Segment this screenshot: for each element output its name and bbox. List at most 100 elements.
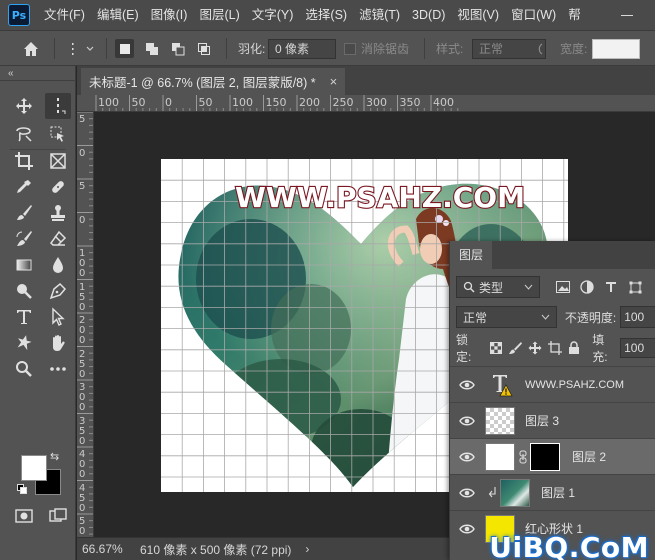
vertical-ruler[interactable]: 5 0 5 0 1 0 0 1 5 0 2 0 0 2 5 0 3 0 0 3 5 0 4 0 0 4… bbox=[77, 112, 94, 537]
layer-row-mask[interactable]: 图层 2 bbox=[450, 438, 655, 474]
width-input[interactable] bbox=[592, 38, 640, 59]
layers-panel-header: 图层 bbox=[450, 241, 655, 269]
site-watermark: UiBQ.CoM bbox=[489, 531, 649, 560]
lock-all-button[interactable] bbox=[567, 339, 583, 357]
clone-stamp-tool[interactable] bbox=[45, 200, 71, 226]
ruler-label: 1 0 0 bbox=[79, 248, 86, 279]
layer-row-text[interactable]: WWW.PSAHZ.COM bbox=[450, 366, 655, 402]
minimize-window-button[interactable] bbox=[615, 0, 639, 31]
collapse-toolbox-icon[interactable]: « bbox=[8, 68, 14, 79]
chevron-down-icon bbox=[524, 284, 533, 290]
status-menu-arrow-icon[interactable]: › bbox=[305, 542, 309, 556]
eye-icon[interactable] bbox=[459, 415, 475, 427]
lock-pixels-button[interactable] bbox=[508, 339, 524, 357]
lock-icon bbox=[569, 341, 580, 354]
swap-colors-icon[interactable]: ⇆ bbox=[50, 450, 59, 463]
pen-tool[interactable] bbox=[45, 278, 71, 304]
menu-view[interactable]: 视图(V) bbox=[451, 0, 505, 31]
layer-name: 图层 2 bbox=[572, 450, 607, 464]
custom-shape-tool[interactable] bbox=[11, 330, 37, 356]
bandage-icon bbox=[52, 181, 64, 193]
layer-mask-thumbnail[interactable] bbox=[530, 442, 560, 471]
eyedropper-tool[interactable] bbox=[11, 174, 37, 200]
eye-icon[interactable] bbox=[459, 379, 475, 391]
filter-type-button[interactable] bbox=[602, 278, 620, 296]
home-button[interactable] bbox=[22, 31, 40, 66]
blend-mode-select[interactable]: 正常 bbox=[456, 306, 557, 328]
default-colors-icon[interactable] bbox=[17, 484, 27, 494]
type-tool[interactable] bbox=[11, 304, 37, 330]
menu-file[interactable]: 文件(F) bbox=[38, 0, 91, 31]
opacity-input[interactable]: 100 bbox=[620, 306, 655, 328]
eraser-tool[interactable] bbox=[45, 226, 71, 252]
checker-icon bbox=[489, 342, 502, 354]
feather-input[interactable]: 0 像素 bbox=[268, 38, 336, 59]
eye-icon[interactable] bbox=[459, 487, 475, 499]
foreground-color-swatch[interactable] bbox=[21, 455, 47, 481]
frame-tool[interactable] bbox=[45, 148, 71, 174]
menu-image[interactable]: 图像(I) bbox=[145, 0, 194, 31]
feather-label: 羽化: bbox=[238, 42, 266, 56]
layer-filter-select[interactable]: 类型 bbox=[456, 276, 540, 298]
screen-mode-icon bbox=[49, 508, 67, 522]
menu-filter[interactable]: 滤镜(T) bbox=[353, 0, 406, 31]
menu-help[interactable]: 帮 bbox=[562, 0, 587, 31]
more-tools-button[interactable] bbox=[45, 356, 71, 382]
subtract-selection-button[interactable] bbox=[168, 39, 187, 58]
brush-tool[interactable] bbox=[11, 200, 37, 226]
screen-mode-button[interactable] bbox=[45, 503, 71, 529]
ruler-label: 100 bbox=[98, 96, 119, 109]
filter-adjustment-button[interactable] bbox=[578, 278, 596, 296]
eye-icon[interactable] bbox=[459, 523, 475, 535]
crop-tool[interactable] bbox=[11, 148, 37, 174]
eye-icon[interactable] bbox=[459, 451, 475, 463]
antialias-checkbox[interactable]: 消除锯齿 bbox=[344, 31, 409, 66]
new-selection-button[interactable] bbox=[115, 39, 134, 58]
object-selection-tool[interactable] bbox=[45, 121, 71, 147]
healing-brush-tool[interactable] bbox=[45, 174, 71, 200]
intersect-selection-button[interactable] bbox=[194, 39, 213, 58]
fill-input[interactable]: 100 bbox=[620, 338, 655, 358]
lock-transparency-button[interactable] bbox=[488, 339, 504, 357]
add-selection-button[interactable] bbox=[142, 39, 161, 58]
lasso-icon bbox=[16, 127, 32, 142]
shape-icon bbox=[17, 335, 32, 351]
ruler-label: 4 0 0 bbox=[79, 449, 86, 480]
menu-window[interactable]: 窗口(W) bbox=[505, 0, 562, 31]
dodge-tool[interactable] bbox=[11, 278, 37, 304]
filter-shape-button[interactable] bbox=[626, 278, 644, 296]
zoom-level[interactable]: 66.67% bbox=[77, 542, 132, 556]
image-icon bbox=[556, 281, 570, 293]
quick-mask-button[interactable] bbox=[11, 503, 37, 529]
menu-edit[interactable]: 编辑(E) bbox=[91, 0, 145, 31]
filter-pixel-button[interactable] bbox=[554, 278, 572, 296]
horizontal-ruler[interactable]: 100 50 0 50 100 150 200 250 300 350 400 bbox=[77, 95, 655, 112]
layer-filter-label: 类型 bbox=[479, 280, 504, 295]
text-layer-thumbnail bbox=[490, 371, 516, 399]
hand-tool[interactable] bbox=[45, 330, 71, 356]
lock-artboard-button[interactable] bbox=[547, 339, 563, 357]
rectangular-marquee-tool[interactable] bbox=[45, 93, 71, 119]
marquee-tool-preset[interactable] bbox=[68, 31, 94, 66]
lasso-tool[interactable] bbox=[11, 121, 37, 147]
chain-link-icon[interactable] bbox=[519, 450, 527, 464]
lock-position-button[interactable] bbox=[527, 339, 543, 357]
move-tool[interactable] bbox=[11, 93, 37, 119]
menu-type[interactable]: 文字(Y) bbox=[246, 0, 300, 31]
history-brush-tool[interactable] bbox=[11, 226, 37, 252]
menu-select[interactable]: 选择(S) bbox=[299, 0, 353, 31]
layers-tab[interactable]: 图层 bbox=[450, 241, 493, 269]
arrow-icon bbox=[52, 307, 65, 326]
gradient-tool[interactable] bbox=[11, 252, 37, 278]
path-selection-tool[interactable] bbox=[45, 304, 71, 330]
menu-layer[interactable]: 图层(L) bbox=[193, 0, 245, 31]
zoom-tool[interactable] bbox=[11, 356, 37, 382]
menu-3d[interactable]: 3D(D) bbox=[406, 0, 451, 31]
type-filter-icon bbox=[606, 282, 616, 292]
layer-row-photo[interactable]: 图层 1 bbox=[450, 474, 655, 510]
document-tab[interactable]: 未标题-1 @ 66.7% (图层 2, 图层蒙版/8) * × bbox=[81, 68, 346, 95]
close-tab-icon[interactable]: × bbox=[330, 74, 338, 89]
layer-row-empty[interactable]: 图层 3 bbox=[450, 402, 655, 438]
blur-tool[interactable] bbox=[45, 252, 71, 278]
ruler-label: 150 bbox=[265, 96, 287, 109]
